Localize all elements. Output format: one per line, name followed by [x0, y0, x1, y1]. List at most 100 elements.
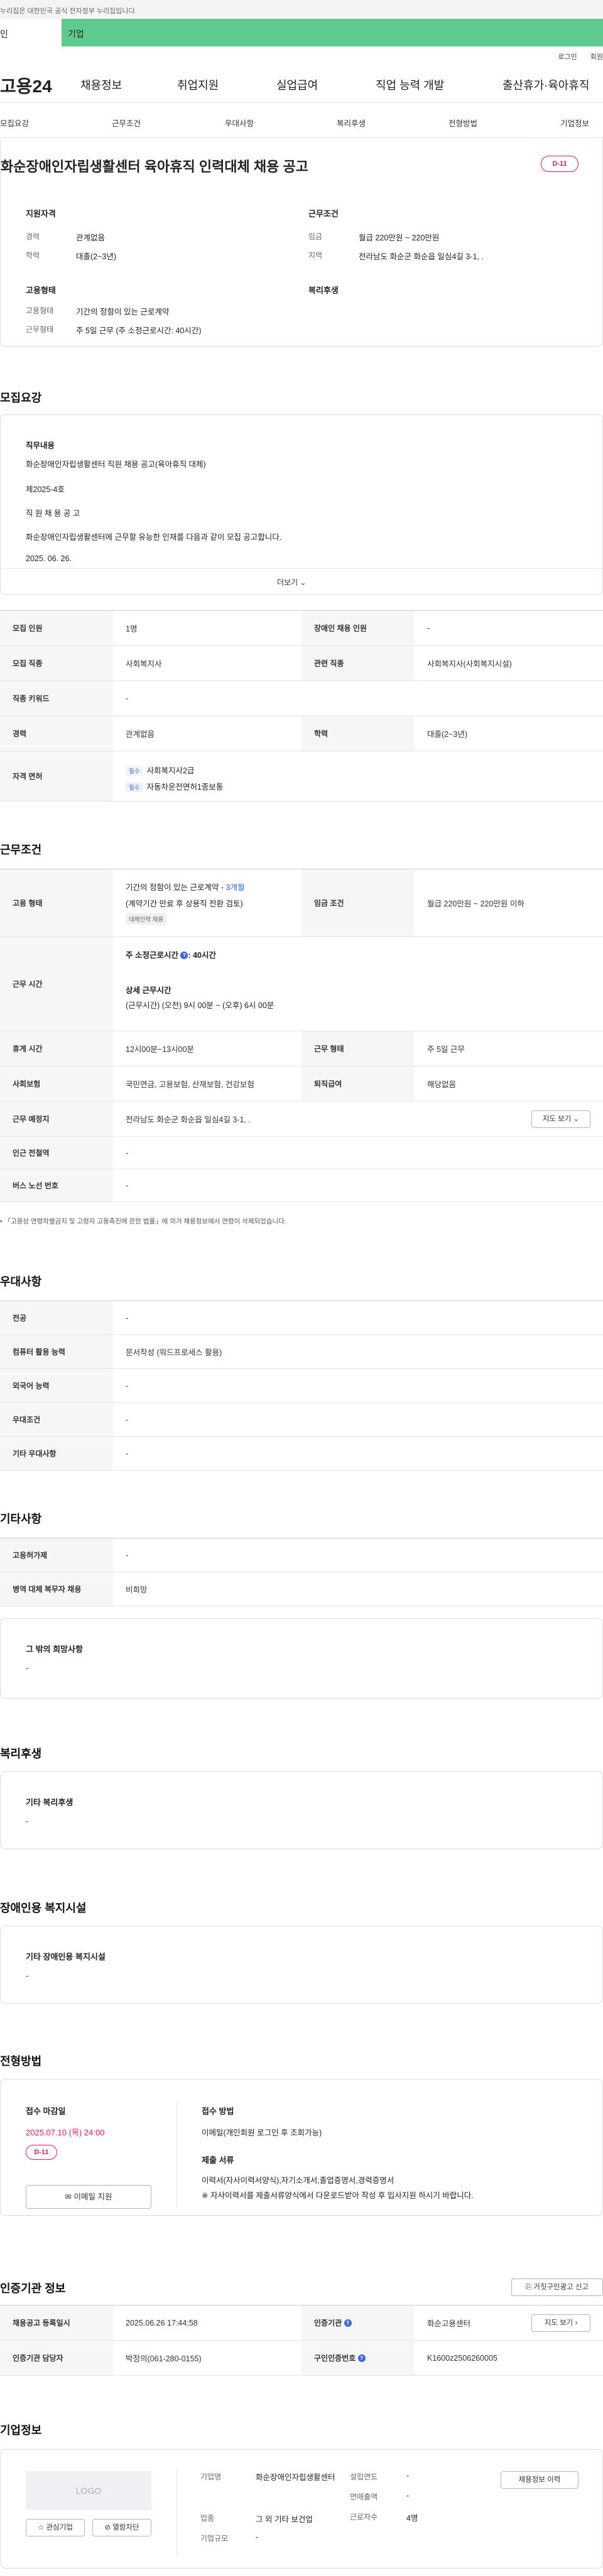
- wish-title: 그 밖의 희망사항: [26, 1645, 83, 1654]
- recruit-history-label: 채용정보 이력: [518, 2476, 561, 2484]
- report-fake-ad-button[interactable]: ⎘ 거짓구인광고 신고: [511, 2278, 603, 2296]
- work-heading: 근무조건: [0, 844, 42, 856]
- company-size-label: 기업규모: [200, 2534, 229, 2543]
- favorite-company-button[interactable]: ☆ 관심기업: [26, 2519, 85, 2536]
- table-row: 버스 노선 번호 -: [0, 1169, 603, 1202]
- user-segment-tabs: 인 기업: [0, 19, 603, 46]
- disabled-title: 기타 장애인용 복지시설: [26, 1952, 106, 1962]
- anchor-tab-work-conditions[interactable]: 근무조건: [112, 117, 141, 129]
- th-hours: 근무 시간: [0, 937, 113, 1031]
- recruit-table: 모집 인원 1명 장애인 채용 인원 - 모집 직종 사회복지사 관련 직종 사…: [0, 610, 603, 802]
- td-place: 전라남도 화순군 화순읍 일심4길 3-1, .: [126, 1115, 251, 1124]
- disabled-box: 기타 장애인용 복지시설 -: [0, 1926, 603, 2004]
- cond-region-value: 전라남도 화순군 화순읍 일심4길 3-1, .: [359, 252, 484, 261]
- table-row: 기타 우대사항 -: [0, 1437, 603, 1471]
- anchor-tab-company[interactable]: 기업정보: [560, 117, 589, 129]
- gnb-menu-maternity-leave[interactable]: 출산휴가·육아휴직: [503, 77, 589, 93]
- anchor-tab-selection[interactable]: 전형방법: [448, 117, 477, 129]
- map-view-button[interactable]: 지도 보기 ⌄: [531, 1110, 590, 1128]
- anchor-tab-welfare[interactable]: 복리후생: [337, 117, 366, 129]
- duty-line-5: 2025. 06. 26.: [26, 554, 72, 563]
- report-label: 거짓구인광고 신고: [533, 2284, 589, 2291]
- hours-detail-title: 상세 근무시간: [126, 986, 171, 995]
- login-link[interactable]: 로그인: [558, 53, 577, 61]
- td-education: 대졸(2~3년): [427, 730, 468, 739]
- qual-title: 지원자격: [26, 209, 56, 218]
- work-table: 고용 형태 기간의 정함이 있는 근로계약 - 3개월 (계약기간 만료 후 상…: [0, 869, 603, 1202]
- td-military: 비희망: [126, 1586, 148, 1594]
- th-work-form: 근무 형태: [302, 1031, 415, 1066]
- more-button[interactable]: 더보기 ⌄: [277, 577, 307, 588]
- table-row: 모집 직종 사회복지사 관련 직종 사회복지사(사회복지시설): [0, 646, 603, 681]
- th-cert-agency: 인증기관 ?: [302, 2305, 415, 2340]
- recruit-history-button[interactable]: 채용정보 이력: [501, 2471, 579, 2489]
- emp-type-value: 기간의 정함이 있는 근로계약: [76, 308, 170, 316]
- work-type-value: 주 5일 근무 (주 소정근로시간: 40시간): [76, 326, 202, 335]
- selection-heading: 전형방법: [0, 2055, 42, 2068]
- th-severance: 퇴직급여: [302, 1066, 415, 1101]
- gnb-menu-jobs[interactable]: 채용정보: [80, 77, 122, 93]
- license-item: 필수 자동차운전면허1종보통: [126, 780, 223, 792]
- table-row: 자격 면허 필수 사회복지사2급 필수 자동차운전면허1종보통: [0, 751, 603, 802]
- td-keyword: -: [126, 694, 129, 703]
- block-view-button[interactable]: ⊘ 열람차단: [92, 2519, 151, 2536]
- td-cert-number: K1600z2506260005: [427, 2353, 497, 2363]
- email-apply-button[interactable]: ✉ 이메일 지원: [26, 2185, 151, 2209]
- td-related-occupation: 사회복지사(사회복지시설): [427, 660, 512, 668]
- company-name-label: 기업명: [200, 2472, 222, 2481]
- deadline-title: 접수 마감일: [26, 2106, 66, 2116]
- welfare-title: 기타 복리후생: [26, 1798, 73, 1807]
- company-box: LOGO ☆ 관심기업 ⊘ 열람차단 기업명 화순장애인자립생활센터 업종 그 …: [0, 2449, 603, 2568]
- anchor-tab-preferences[interactable]: 우대사항: [225, 117, 254, 129]
- hours-main: 주 소정근로시간 ?: 40시간: [126, 948, 216, 960]
- gnb-menu-employment-support[interactable]: 취업지원: [177, 77, 219, 93]
- table-row: 채용공고 등록일시 2025.06.26 17:44:58 인증기관 ? 화순고…: [0, 2305, 603, 2341]
- wish-box: 그 밖의 희망사항 -: [0, 1618, 603, 1699]
- cert-number-label: 구인인증번호: [314, 2354, 356, 2363]
- info-icon[interactable]: ?: [344, 2319, 352, 2327]
- qual-edu-value: 대졸(2~3년): [76, 252, 117, 261]
- th-subway: 인근 전철역: [0, 1137, 113, 1169]
- company-logo-placeholder: LOGO: [26, 2471, 151, 2510]
- summary-card: 화순장애인자립생활센터 육아휴직 인력대체 채용 공고 D-11 지원자격 경력…: [0, 139, 603, 346]
- hours-detail: (근무시간) (오전) 9시 00분 ~ (오후) 6시 00분: [126, 1001, 274, 1010]
- join-link[interactable]: 회원: [590, 53, 603, 61]
- th-headcount: 모집 인원: [0, 611, 113, 645]
- cert-heading: 인증기관 정보: [0, 2282, 66, 2295]
- gnb-menu-skills-development[interactable]: 직업 능력 개발: [376, 77, 444, 93]
- site-logo[interactable]: 고용24: [0, 73, 52, 98]
- dday-badge: D-11: [541, 156, 579, 172]
- welfare-heading: 복리후생: [0, 1747, 42, 1760]
- chevron-right-icon: ›: [575, 2319, 578, 2327]
- td-permit: -: [126, 1550, 129, 1560]
- th-language: 외국어 능력: [0, 1369, 113, 1402]
- block-icon: ⊘: [104, 2524, 111, 2531]
- th-place: 근무 예정지: [0, 1102, 113, 1136]
- th-keyword: 직종 키워드: [0, 681, 113, 716]
- td-disabled-headcount: -: [427, 623, 430, 633]
- segment-personal-tab[interactable]: 인: [0, 19, 62, 46]
- segment-company-tab[interactable]: 기업: [62, 19, 603, 46]
- td-occupation: 사회복지사: [126, 660, 162, 668]
- required-chip: 필수: [126, 766, 143, 776]
- chevron-down-icon: ⌄: [573, 1115, 580, 1123]
- td-cert-agency: 화순고용센터: [427, 2319, 471, 2328]
- hours-main-prefix: 주 소정근로시간: [126, 951, 178, 960]
- anchor-tab-recruit[interactable]: 모집요강: [0, 117, 29, 129]
- info-icon[interactable]: ?: [180, 952, 188, 959]
- job-title: 화순장애인자립생활센터 육아휴직 인력대체 채용 공고: [1, 159, 308, 174]
- docs-title: 제출 서류: [202, 2155, 234, 2165]
- gnb-menu-unemployment-benefits[interactable]: 실업급여: [276, 77, 318, 93]
- td-wage: 월급 220만원 ~ 220만원 이하: [427, 899, 524, 908]
- th-wage: 임금 조건: [302, 869, 415, 936]
- table-row: 인근 전철역 -: [0, 1137, 603, 1169]
- th-education: 학력: [302, 716, 415, 751]
- th-disabled-headcount: 장애인 채용 인원: [302, 611, 415, 645]
- table-row: 고용허가제 -: [0, 1538, 603, 1572]
- disabled-heading: 장애인용 복지시설: [0, 1902, 87, 1914]
- td-pref-etc: -: [126, 1449, 129, 1458]
- info-icon[interactable]: ?: [357, 2354, 366, 2362]
- emp-type-label: 고용형태: [26, 306, 54, 315]
- agency-map-button[interactable]: 지도 보기 ›: [531, 2314, 590, 2332]
- emp-type-line-1: 기간의 정함이 있는 근로계약 - 3개월: [126, 881, 244, 893]
